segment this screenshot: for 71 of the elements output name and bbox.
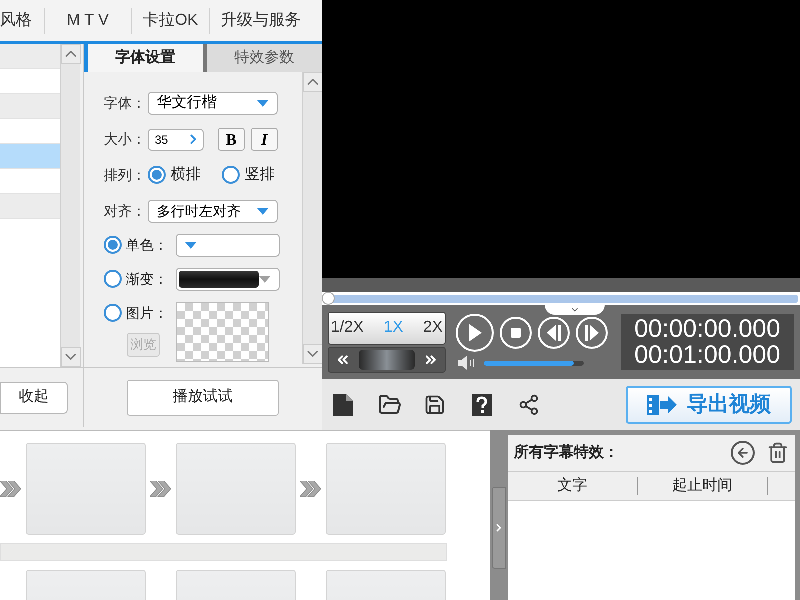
export-button[interactable]: 导出视频 [626,386,792,424]
tab[interactable]: 特效参数 [203,44,322,72]
radio-label: 竖排 [245,165,275,185]
chevron-icon [300,481,322,497]
speed-option[interactable]: 1/2X [331,316,364,340]
chevron-icon [150,481,172,497]
option-label: 渐变： [126,270,168,288]
progress-track[interactable] [322,292,800,305]
expand-icon[interactable] [545,305,605,315]
menu-item[interactable]: 升级与服务 [221,8,302,32]
caret-icon [259,276,271,282]
field-label: 排列： [104,166,147,185]
menu-item[interactable]: 卡拉OK [143,8,198,32]
option-label: 图片： [126,304,168,322]
save-icon[interactable] [424,394,446,416]
collapse-button[interactable]: 收起 [0,382,68,414]
scroll-down-icon[interactable] [303,344,323,364]
align-dropdown[interactable]: 多行时左对齐 [148,200,278,222]
radio-button[interactable] [104,236,122,254]
caret-icon [257,208,269,214]
preview-button[interactable]: 播放试试 [127,380,279,416]
scroll-down-icon[interactable] [61,347,81,367]
jog-control[interactable] [328,346,446,372]
stop-icon [510,327,522,339]
field-label: 对齐： [104,202,147,220]
column-header: 起止时间 [672,476,732,496]
play-button[interactable] [456,314,494,352]
share-icon[interactable] [518,394,540,416]
field-label: 字体： [104,94,147,113]
chevron-icon [0,481,22,497]
radio-button[interactable] [222,166,240,184]
step-back-icon [547,325,561,341]
play-icon [468,324,482,342]
scroll-up-icon[interactable] [303,72,323,92]
column-header: 文字 [558,476,588,496]
tab[interactable]: 字体设置 [84,44,203,72]
panel-title: 所有字幕特效： [514,442,619,463]
caret-icon [185,242,197,248]
bold-button[interactable]: B [218,128,245,151]
menu-item[interactable]: M T V [67,8,110,32]
next-frame-button[interactable] [576,317,608,349]
step-forward-icon [585,325,599,341]
film-arrow-icon [647,394,677,414]
caret-icon [257,100,269,107]
timecode: 00:01:00.000 [634,342,780,368]
radio-button[interactable] [148,166,166,184]
menu-item[interactable]: 风格 [0,8,32,32]
stop-button[interactable] [500,317,532,349]
radio-button[interactable] [104,304,122,322]
delete-icon[interactable] [767,442,789,464]
scrollbar[interactable] [60,44,80,367]
size-field[interactable]: 35 [148,128,204,150]
speed-selector[interactable]: 1/2X 1X 2X [328,312,446,344]
option-label: 单色： [126,236,168,254]
progress-thumb[interactable] [322,292,335,305]
timecode: 00:00:00.000 [634,316,780,342]
scrollbar[interactable] [302,72,322,364]
back-icon[interactable] [731,441,755,465]
new-file-icon[interactable] [332,394,354,416]
gradient-dropdown[interactable] [176,268,280,290]
italic-button[interactable]: I [251,128,278,151]
folder-icon[interactable] [378,392,402,416]
previous-frame-button[interactable] [538,317,570,349]
color-dropdown[interactable] [176,234,280,256]
speed-option[interactable]: 2X [423,316,443,340]
help-icon[interactable] [472,394,492,416]
radio-label: 横排 [171,165,201,185]
radio-button[interactable] [104,270,122,288]
font-dropdown[interactable]: 华文行楷 [148,92,278,115]
field-label: 大小： [104,130,147,149]
jog-wheel-icon[interactable] [359,350,415,370]
